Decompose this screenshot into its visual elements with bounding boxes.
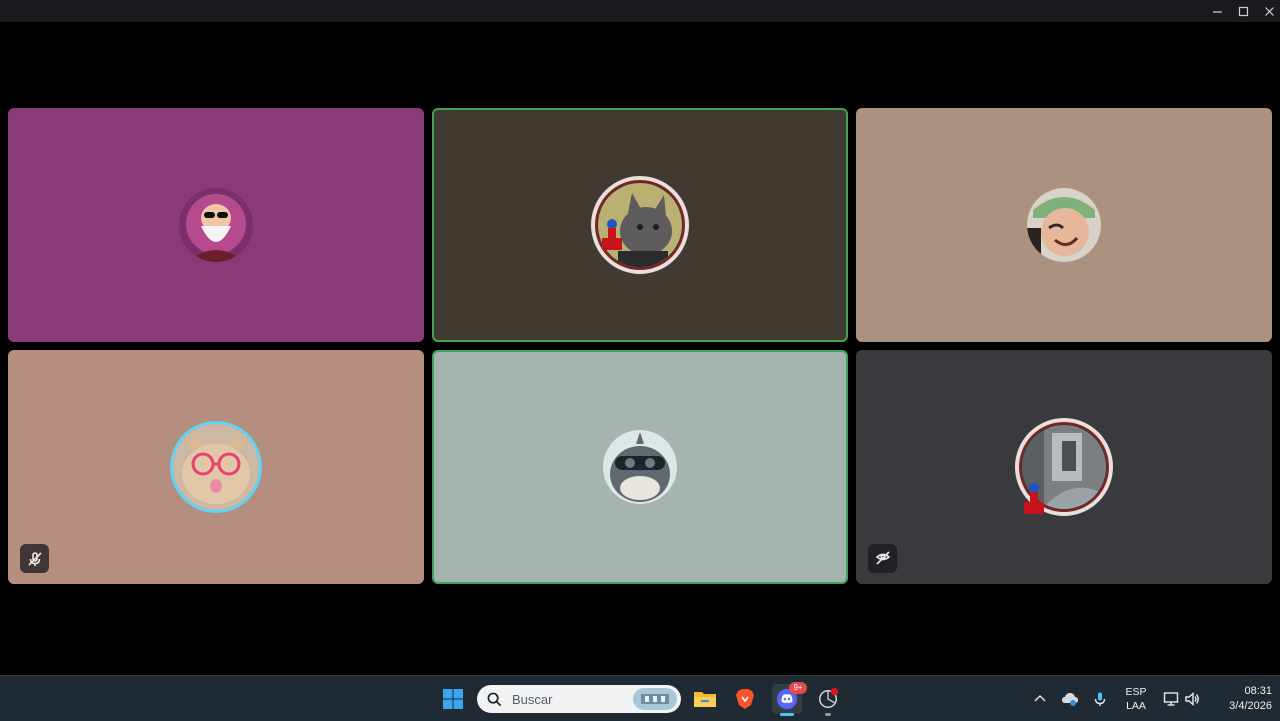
clock-date: 3/4/2026 [1229, 700, 1272, 712]
language-code: ESP [1125, 686, 1147, 698]
figurine-decoration-icon [598, 214, 626, 250]
smiling-person-avatar [1027, 188, 1101, 262]
participant-tile[interactable] [8, 350, 424, 584]
muted-mic-icon[interactable] [20, 544, 49, 573]
minimize-icon[interactable] [1204, 0, 1230, 22]
brave-browser-icon[interactable] [730, 684, 760, 714]
keyboard-layout: LAA [1126, 700, 1146, 712]
search-icon [487, 692, 502, 706]
participant-tile[interactable] [8, 108, 424, 342]
clock[interactable]: 08:31 3/4/2026 [1208, 684, 1272, 714]
language-indicator[interactable]: ESP LAA [1122, 685, 1150, 713]
discord-notification-badge: 9+ [789, 682, 807, 694]
participant-tile[interactable] [432, 108, 848, 342]
windows-start-icon[interactable] [438, 684, 468, 714]
browser-recording-icon[interactable] [813, 684, 843, 716]
network-icon[interactable] [1163, 676, 1179, 721]
onedrive-cloud-icon[interactable] [1061, 676, 1079, 721]
search-highlight-icon [633, 688, 677, 710]
volume-icon[interactable] [1184, 676, 1200, 721]
maximize-icon[interactable] [1230, 0, 1256, 22]
show-hidden-icons-chevron-icon[interactable] [1032, 676, 1048, 721]
running-app-indicator [825, 713, 831, 716]
microphone-icon[interactable] [1092, 676, 1108, 721]
taskbar: Buscar 9+ ESP LAA 08:31 3/4/2026 [0, 675, 1280, 721]
participant-tile[interactable] [856, 350, 1272, 584]
active-app-indicator [780, 713, 794, 716]
title-bar [0, 0, 1280, 22]
old-man-sunglasses-avatar [179, 188, 253, 262]
cat-with-glasses-avatar [173, 424, 259, 510]
search-placeholder: Buscar [512, 691, 553, 707]
participant-tile[interactable] [432, 350, 848, 584]
shark-with-goggles-avatar [603, 430, 677, 504]
close-icon[interactable] [1256, 0, 1280, 22]
figurine-decoration-icon [1020, 478, 1048, 514]
clock-time: 08:31 [1244, 685, 1272, 697]
discord-icon[interactable]: 9+ [772, 682, 807, 716]
file-explorer-icon[interactable] [690, 684, 720, 714]
participant-tile[interactable] [856, 108, 1272, 342]
camera-off-icon[interactable] [868, 544, 897, 573]
search-input[interactable]: Buscar [477, 685, 681, 713]
